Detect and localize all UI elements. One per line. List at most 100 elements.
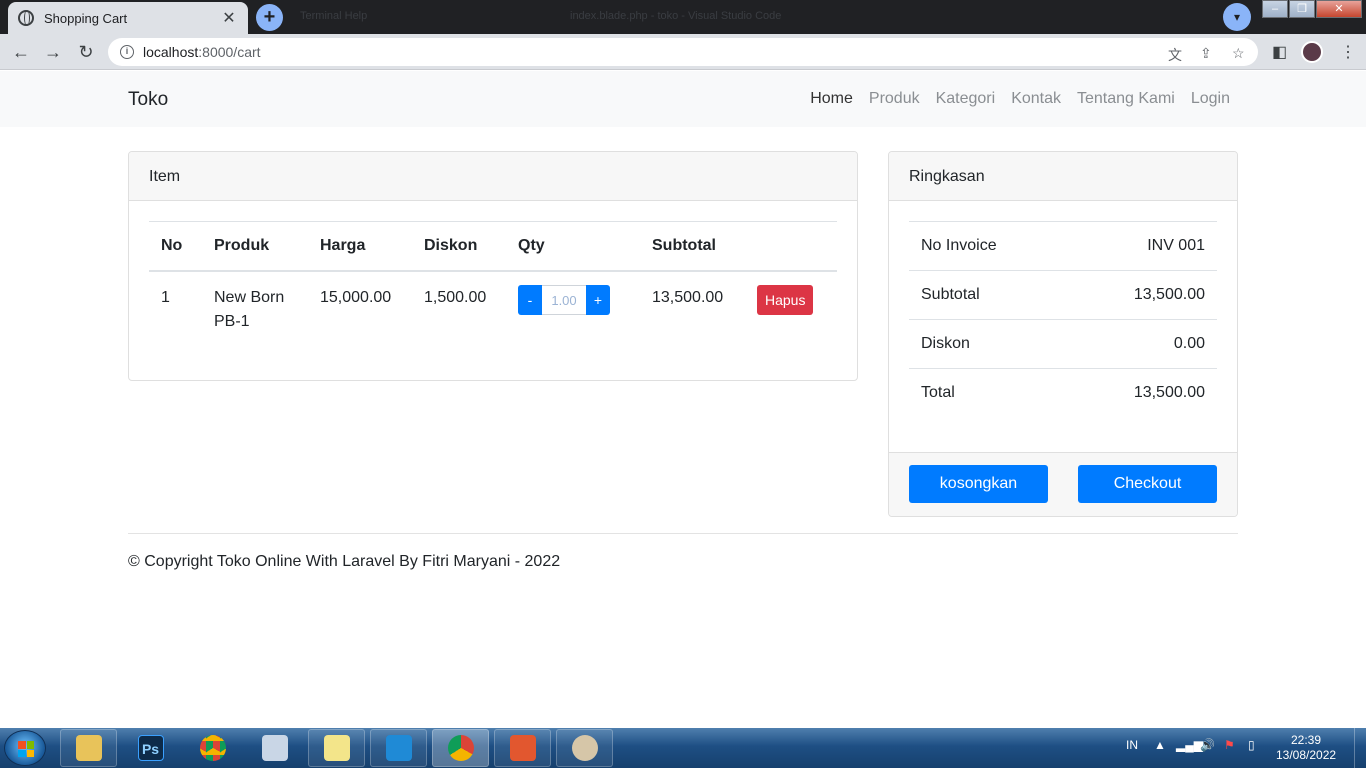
folder-icon bbox=[75, 735, 102, 761]
show-desktop-button[interactable] bbox=[1354, 728, 1366, 768]
checkout-button[interactable]: Checkout bbox=[1078, 465, 1217, 503]
bookmark-star-icon[interactable]: ☆ bbox=[1232, 45, 1245, 62]
cell-harga: 15,000.00 bbox=[320, 289, 392, 306]
summary-row-subtotal: Subtotal 13,500.00 bbox=[909, 270, 1217, 320]
nav-link-tentang-kami[interactable]: Tentang Kami bbox=[1077, 90, 1175, 108]
sticky-notes-icon bbox=[323, 735, 350, 761]
summary-row-diskon: Diskon 0.00 bbox=[909, 319, 1217, 369]
network-signal-icon[interactable]: ▂▄▆ bbox=[1176, 738, 1203, 752]
cell-diskon: 1,500.00 bbox=[424, 289, 487, 306]
address-bar[interactable]: i localhost:8000/cart ⽂ ⇪ ☆ bbox=[108, 38, 1258, 66]
taskbar-screen-recorder[interactable] bbox=[494, 729, 551, 767]
delete-item-button[interactable]: Hapus bbox=[757, 285, 814, 315]
windows-taskbar: Ps IN ▲ ▂▄▆ 🔊 ⚑ ▯ 22:39 13/08/2022 bbox=[0, 728, 1366, 768]
summary-value: 13,500.00 bbox=[1066, 368, 1217, 417]
column-header-action bbox=[745, 221, 837, 272]
close-tab-icon[interactable]: ✕ bbox=[220, 8, 238, 28]
decrease-qty-button[interactable]: - bbox=[518, 285, 542, 315]
start-button[interactable] bbox=[4, 730, 46, 766]
url-path: :8000/cart bbox=[198, 44, 261, 60]
summary-value: 13,500.00 bbox=[1066, 270, 1217, 320]
new-tab-button[interactable]: + bbox=[256, 4, 283, 31]
background-window-title: Terminal Help bbox=[300, 10, 368, 22]
background-window-title: index.blade.php - toko - Visual Studio C… bbox=[570, 10, 782, 22]
summary-row-invoice: No Invoice INV 001 bbox=[909, 221, 1217, 271]
taskbar-paint[interactable] bbox=[556, 729, 613, 767]
taskbar-explorer[interactable] bbox=[60, 729, 117, 767]
table-header-row: No Produk Harga Diskon Qty Subtotal bbox=[149, 221, 837, 272]
reload-icon[interactable]: ↻ bbox=[73, 39, 99, 65]
url-text: localhost:8000/cart bbox=[143, 44, 261, 60]
show-hidden-icons-icon[interactable]: ▲ bbox=[1154, 738, 1166, 752]
cell-action: Hapus bbox=[745, 271, 837, 348]
system-clock[interactable]: 22:39 13/08/2022 bbox=[1276, 733, 1336, 763]
site-info-icon[interactable]: i bbox=[120, 45, 134, 59]
site-navbar: Toko Home Produk Kategori Kontak Tentang… bbox=[0, 71, 1366, 127]
profile-avatar[interactable] bbox=[1301, 41, 1323, 63]
items-card-header: Item bbox=[129, 152, 857, 201]
summary-table: No Invoice INV 001 Subtotal 13,500.00 Di… bbox=[909, 221, 1217, 417]
chrome-icon bbox=[199, 735, 226, 761]
back-arrow-icon[interactable]: ← bbox=[8, 39, 34, 65]
summary-card-header: Ringkasan bbox=[889, 152, 1237, 201]
windows-logo-icon bbox=[18, 741, 34, 757]
nav-link-produk[interactable]: Produk bbox=[869, 90, 920, 108]
tab-search-chevron-icon[interactable]: ▾ bbox=[1223, 3, 1251, 31]
nav-link-home[interactable]: Home bbox=[810, 90, 853, 108]
maximize-window-button[interactable]: ❐ bbox=[1289, 0, 1315, 18]
translate-icon[interactable]: ⽂ bbox=[1168, 45, 1182, 65]
taskbar-photoshop[interactable]: Ps bbox=[122, 729, 179, 767]
summary-card: Ringkasan No Invoice INV 001 Subtotal 13… bbox=[888, 151, 1238, 517]
table-row: 1 New Born PB-1 15,000.00 1,500.00 - + 1… bbox=[149, 271, 837, 348]
share-icon[interactable]: ⇪ bbox=[1200, 45, 1212, 62]
clock-time: 22:39 bbox=[1290, 733, 1322, 747]
summary-card-footer: kosongkan Checkout bbox=[889, 452, 1237, 516]
taskbar-keyboard[interactable] bbox=[246, 729, 303, 767]
qty-input[interactable] bbox=[542, 285, 586, 315]
url-host: localhost bbox=[143, 44, 199, 60]
keyboard-icon bbox=[261, 735, 288, 761]
column-header-qty: Qty bbox=[506, 221, 640, 272]
recorder-icon bbox=[509, 735, 536, 761]
increase-qty-button[interactable]: + bbox=[586, 285, 610, 315]
clear-cart-button[interactable]: kosongkan bbox=[909, 465, 1048, 503]
browser-toolbar: ← → ↻ i localhost:8000/cart ⽂ ⇪ ☆ ◧ ⋮ bbox=[0, 34, 1366, 70]
cell-qty: - + bbox=[506, 271, 640, 348]
summary-value: INV 001 bbox=[1066, 221, 1217, 271]
taskbar-chrome-active[interactable] bbox=[432, 729, 489, 767]
cell-subtotal: 13,500.00 bbox=[652, 289, 724, 306]
power-icon[interactable]: ▯ bbox=[1248, 738, 1255, 752]
taskbar-vscode[interactable] bbox=[370, 729, 427, 767]
nav-links: Home Produk Kategori Kontak Tentang Kami… bbox=[810, 90, 1230, 108]
nav-link-kontak[interactable]: Kontak bbox=[1011, 90, 1061, 108]
nav-link-kategori[interactable]: Kategori bbox=[936, 90, 996, 108]
tab-shopping-cart[interactable]: Shopping Cart ✕ bbox=[8, 2, 248, 34]
items-card: Item No Produk Harga Diskon Qty Subtotal… bbox=[128, 151, 858, 381]
volume-icon[interactable]: 🔊 bbox=[1200, 738, 1215, 752]
menu-kebab-icon[interactable]: ⋮ bbox=[1340, 42, 1356, 62]
minimize-window-button[interactable]: – bbox=[1262, 0, 1288, 18]
column-header-harga: Harga bbox=[308, 221, 412, 272]
photoshop-icon: Ps bbox=[137, 735, 164, 761]
taskbar-chrome[interactable] bbox=[184, 729, 241, 767]
column-header-diskon: Diskon bbox=[412, 221, 506, 272]
footer-divider bbox=[128, 533, 1238, 534]
cart-items-table: No Produk Harga Diskon Qty Subtotal 1 Ne… bbox=[149, 221, 837, 348]
action-center-flag-icon[interactable]: ⚑ bbox=[1224, 738, 1235, 752]
cell-no: 1 bbox=[161, 289, 170, 306]
paint-palette-icon bbox=[571, 735, 598, 761]
summary-label: Total bbox=[909, 368, 1067, 417]
brand-logo[interactable]: Toko bbox=[128, 89, 168, 111]
nav-link-login[interactable]: Login bbox=[1191, 90, 1230, 108]
quantity-stepper: - + bbox=[518, 285, 628, 315]
close-window-button[interactable]: ✕ bbox=[1316, 0, 1362, 18]
forward-arrow-icon[interactable]: → bbox=[40, 39, 66, 65]
globe-icon bbox=[18, 10, 34, 26]
column-header-no: No bbox=[149, 221, 202, 272]
taskbar-sticky-notes[interactable] bbox=[308, 729, 365, 767]
column-header-produk: Produk bbox=[202, 221, 308, 272]
tab-title: Shopping Cart bbox=[44, 10, 128, 26]
language-indicator[interactable]: IN bbox=[1126, 738, 1138, 752]
side-panel-icon[interactable]: ◧ bbox=[1272, 42, 1287, 62]
copyright-text: © Copyright Toko Online With Laravel By … bbox=[128, 553, 561, 570]
